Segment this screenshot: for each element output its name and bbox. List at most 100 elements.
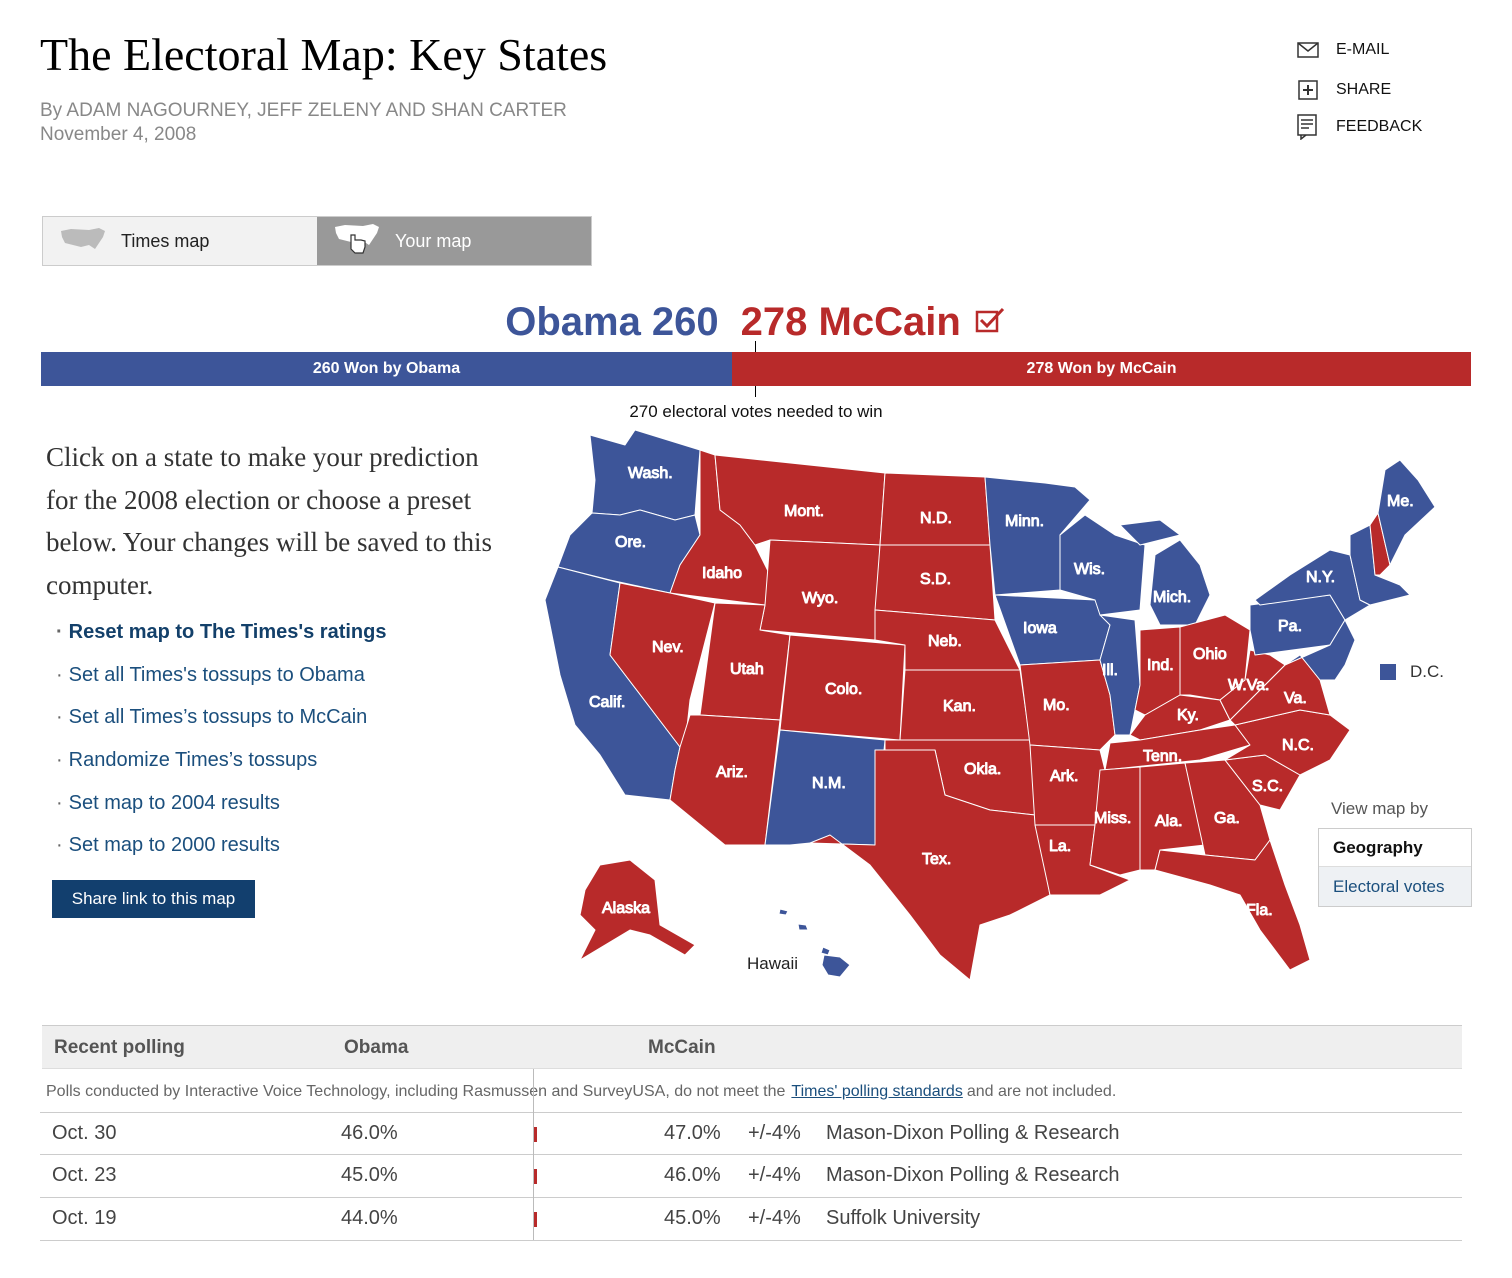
view-geography-option[interactable]: Geography — [1319, 829, 1471, 867]
svg-text:Colo.: Colo. — [825, 681, 862, 698]
poll-mccain: 47.0% — [664, 1122, 721, 1144]
state-fl[interactable]: Fla. — [1154, 839, 1311, 971]
state-ak[interactable]: Alaska — [579, 859, 696, 961]
envelope-icon — [1296, 38, 1320, 62]
obama-bar: 260 Won by Obama — [41, 352, 733, 386]
mccain-score: 278 McCain — [740, 300, 961, 344]
svg-text:Ore.: Ore. — [615, 534, 646, 551]
dc-label: D.C. — [1410, 662, 1444, 681]
poll-obama: 44.0% — [341, 1207, 398, 1229]
poll-row: Oct. 23 45.0% 46.0% +/-4% Mason-Dixon Po… — [40, 1154, 1462, 1196]
poll-date: Oct. 30 — [52, 1122, 117, 1144]
poll-date: Oct. 19 — [52, 1207, 117, 1229]
obama-score: Obama 260 — [505, 300, 719, 344]
svg-text:Me.: Me. — [1387, 493, 1414, 510]
poll-obama: 46.0% — [341, 1122, 398, 1144]
state-me[interactable]: Me. — [1377, 459, 1436, 566]
svg-text:Va.: Va. — [1284, 690, 1307, 707]
hawaii-label: Hawaii — [747, 954, 799, 973]
svg-text:N.M.: N.M. — [812, 775, 846, 792]
us-map-icon — [59, 227, 107, 256]
poll-mccain: 46.0% — [664, 1164, 721, 1186]
feedback-button[interactable]: FEEDBACK — [1296, 113, 1422, 141]
hand-cursor-icon — [333, 223, 381, 260]
svg-text:Wash.: Wash. — [628, 465, 673, 482]
svg-text:Mont.: Mont. — [784, 503, 824, 520]
share-button[interactable]: SHARE — [1296, 76, 1391, 104]
times-map-label: Times map — [121, 230, 210, 251]
svg-text:Mich.: Mich. — [1153, 589, 1191, 606]
svg-text:Ohio: Ohio — [1193, 646, 1227, 663]
svg-text:Alaska: Alaska — [602, 900, 650, 917]
polling-title: Recent polling — [54, 1037, 185, 1058]
svg-text:Miss.: Miss. — [1094, 810, 1131, 827]
dc-state[interactable]: D.C. — [1380, 662, 1444, 682]
svg-text:La.: La. — [1049, 838, 1071, 855]
view-map-label: View map by — [1331, 799, 1429, 818]
svg-text:Ind.: Ind. — [1147, 657, 1174, 674]
svg-text:S.C.: S.C. — [1252, 778, 1283, 795]
preset-tossups-obama[interactable]: · Set all Times's tossups to Obama — [56, 664, 386, 707]
svg-text:Mo.: Mo. — [1043, 697, 1070, 714]
your-map-label: Your map — [395, 230, 472, 251]
poll-mccain: 45.0% — [664, 1207, 721, 1229]
state-nm[interactable]: N.M. — [764, 729, 886, 846]
polling-obama-header: Obama — [344, 1037, 409, 1058]
majority-tick — [755, 386, 756, 397]
svg-text:Wis.: Wis. — [1074, 561, 1105, 578]
preset-2000[interactable]: · Set map to 2000 results — [56, 834, 386, 877]
preset-2004[interactable]: · Set map to 2004 results — [56, 792, 386, 835]
svg-text:Nev.: Nev. — [652, 639, 684, 656]
poll-pollster: Mason-Dixon Polling & Research — [826, 1122, 1120, 1144]
state-sd[interactable]: S.D. — [874, 544, 996, 621]
svg-text:Wyo.: Wyo. — [802, 590, 838, 607]
poll-margin: +/-4% — [748, 1207, 801, 1229]
svg-text:Tenn.: Tenn. — [1143, 748, 1182, 765]
feedback-label: FEEDBACK — [1336, 118, 1423, 135]
email-label: E-MAIL — [1336, 41, 1390, 58]
svg-text:N.D.: N.D. — [920, 510, 952, 527]
svg-text:Iowa: Iowa — [1023, 620, 1057, 637]
winner-check-icon — [975, 308, 1004, 333]
svg-text:Minn.: Minn. — [1005, 513, 1044, 530]
svg-text:Ark.: Ark. — [1050, 768, 1078, 785]
polling-mccain-header: McCain — [648, 1037, 716, 1058]
plus-icon — [1296, 78, 1320, 102]
electoral-score: Obama 260 278 McCain — [0, 300, 1512, 345]
preset-reset[interactable]: · Reset map to The Times's ratings — [56, 621, 386, 664]
svg-text:W.Va.: W.Va. — [1228, 677, 1270, 694]
feedback-icon — [1296, 114, 1320, 140]
state-mo[interactable]: Mo. — [1019, 659, 1116, 751]
share-label: SHARE — [1336, 81, 1392, 98]
mccain-bar: 278 Won by McCain — [732, 352, 1471, 386]
byline: By ADAM NAGOURNEY, JEFF ZELENY AND SHAN … — [40, 100, 567, 121]
page-title: The Electoral Map: Key States — [40, 29, 608, 80]
state-wy[interactable]: Wyo. — [759, 539, 881, 641]
votes-needed-label: 270 electoral votes needed to win — [629, 402, 883, 421]
poll-row: Oct. 30 46.0% 47.0% +/-4% Mason-Dixon Po… — [40, 1112, 1462, 1154]
poll-obama: 45.0% — [341, 1164, 398, 1186]
state-az[interactable]: Ariz. — [669, 714, 781, 846]
state-wa[interactable]: Wash. — [589, 429, 701, 521]
poll-pollster: Suffolk University — [826, 1207, 981, 1229]
svg-text:Ill.: Ill. — [1102, 662, 1118, 679]
state-nd[interactable]: N.D. — [879, 472, 991, 546]
preset-randomize[interactable]: · Randomize Times’s tossups — [56, 749, 386, 792]
svg-text:Tex.: Tex. — [922, 851, 951, 868]
svg-text:N.C.: N.C. — [1282, 737, 1314, 754]
poll-margin-marker — [534, 1212, 537, 1227]
preset-tossups-mccain[interactable]: · Set all Times’s tossups to McCain — [56, 706, 386, 749]
view-electoral-option[interactable]: Electoral votes — [1319, 867, 1471, 906]
times-map-tab[interactable]: Times map — [43, 217, 317, 265]
polling-standards-link[interactable]: Times' polling standards — [791, 1083, 962, 1100]
polling-header: Recent polling Obama McCain — [42, 1025, 1462, 1069]
svg-text:N.Y.: N.Y. — [1306, 569, 1335, 586]
state-co[interactable]: Colo. — [779, 634, 906, 741]
state-ks[interactable]: Kan. — [899, 669, 1031, 741]
poll-row: Oct. 19 44.0% 45.0% +/-4% Suffolk Univer… — [40, 1197, 1462, 1239]
your-map-tab[interactable]: Your map — [317, 217, 591, 265]
poll-margin-marker — [534, 1169, 537, 1184]
svg-text:Kan.: Kan. — [943, 698, 976, 715]
email-button[interactable]: E-MAIL — [1296, 36, 1389, 64]
share-link-button[interactable]: Share link to this map — [52, 880, 255, 918]
